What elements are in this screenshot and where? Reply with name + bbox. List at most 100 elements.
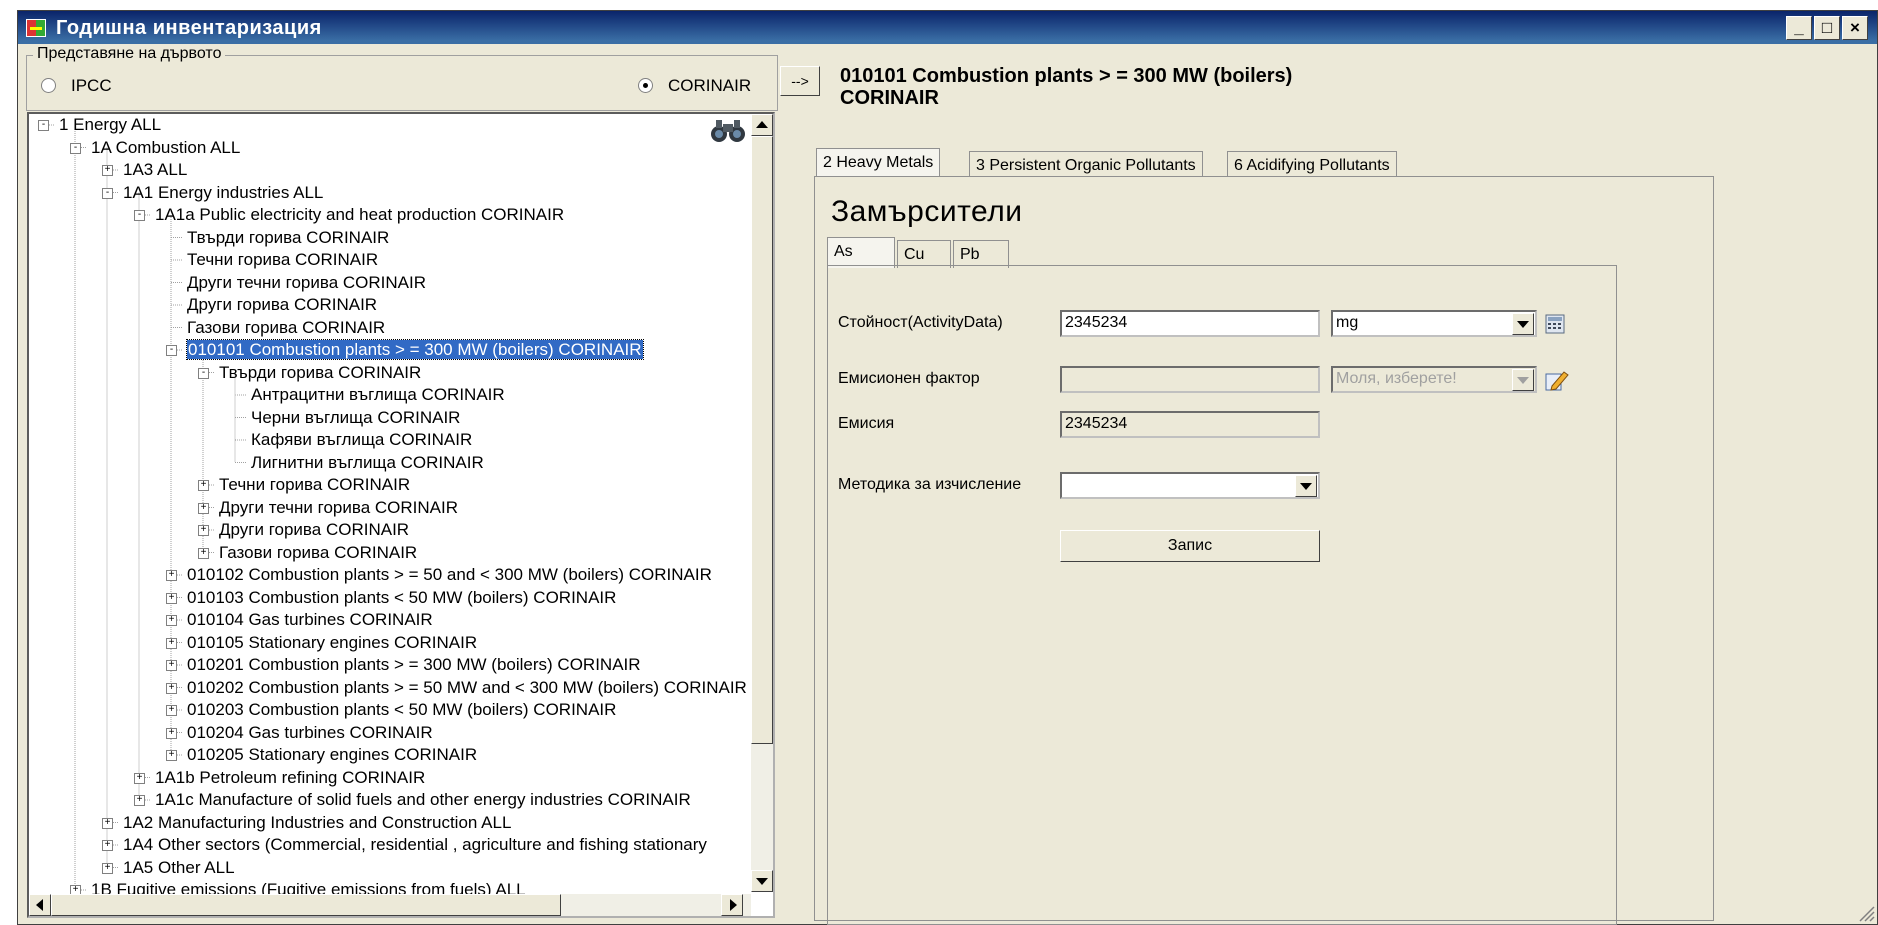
tree-node[interactable]: Лигнитни въглища CORINAIR [251,452,484,474]
edit-icon[interactable] [1544,368,1570,392]
radio-corinair[interactable] [638,78,653,93]
save-button[interactable]: Запис [1060,530,1320,562]
expand-node-icon[interactable]: + [198,480,209,491]
tree-node[interactable]: Течни горива CORINAIR [219,474,410,496]
tree-node[interactable]: 010204 Gas turbines CORINAIR [187,722,433,744]
tree-node[interactable]: Течни горива CORINAIR [187,249,378,271]
vscroll-thumb[interactable] [751,136,773,744]
activity-data-input[interactable]: 2345234 [1060,310,1320,337]
scroll-right-button[interactable] [721,894,743,916]
expand-node-icon[interactable]: + [166,570,177,581]
tree-node[interactable]: Други течни горива CORINAIR [187,272,426,294]
tree-node[interactable]: 010105 Stationary engines CORINAIR [187,632,477,654]
tree-node[interactable]: 010101 Combustion plants > = 300 MW (boi… [186,339,644,361]
tree-node[interactable]: 010102 Combustion plants > = 50 and < 30… [187,564,712,586]
radio-ipcc[interactable] [41,78,56,93]
title-bar[interactable]: Годишна инвентаризация _ □ × [18,11,1877,44]
tree-node[interactable]: Черни въглища CORINAIR [251,407,460,429]
tree-node-label: Кафяви въглища CORINAIR [251,430,473,449]
maximize-button[interactable]: □ [1814,16,1840,40]
tree-node-label: Други течни горива CORINAIR [219,497,459,517]
tree-vscrollbar[interactable] [751,114,773,892]
tree-node-label: 010102 Combustion plants > = 50 and < 30… [187,565,712,584]
expand-node-icon[interactable]: + [134,772,145,784]
scroll-down-button[interactable] [751,870,773,892]
tree-node[interactable]: Газови горива CORINAIR [187,317,385,339]
tree-node[interactable]: 010203 Combustion plants < 50 MW (boiler… [187,699,616,721]
tree-node[interactable]: Други течни горива CORINAIR [219,497,458,519]
subtab-cu[interactable]: Cu [897,240,951,268]
tree-node[interactable]: 1A3 ALL [123,159,187,181]
radio-corinair-label[interactable]: CORINAIR [668,76,751,96]
tree-node[interactable]: 010104 Gas turbines CORINAIR [187,609,433,631]
tree-node[interactable]: Газови горива CORINAIR [219,542,417,564]
calculation-method-dropdown-button[interactable] [1295,475,1317,497]
calculation-method-select[interactable] [1060,472,1320,499]
tree-node[interactable]: Други горива CORINAIR [187,294,377,316]
expand-node-icon[interactable]: + [198,547,209,559]
tree-node[interactable]: 1A5 Other ALL [123,857,235,879]
tab-persistent-organic-pollutants[interactable]: 3 Persistent Organic Pollutants [969,151,1203,179]
expand-node-icon[interactable]: + [166,682,177,694]
tree-node[interactable]: 1A1 Energy industries ALL [123,182,323,204]
scroll-up-button[interactable] [751,114,773,136]
tree-node-label: 1A1c Manufacture of solid fuels and othe… [155,790,691,809]
expand-node-icon[interactable]: + [166,727,177,739]
radio-ipcc-label[interactable]: IPCC [71,76,112,96]
expand-node-icon[interactable]: + [166,637,177,649]
expand-node-icon[interactable]: + [102,862,113,874]
tree-node[interactable]: 1A1c Manufacture of solid fuels and othe… [155,789,691,811]
tree-node[interactable]: Твърди горива CORINAIR [219,362,421,384]
expand-node-icon[interactable]: + [166,705,177,716]
tree-node[interactable]: Други горива CORINAIR [219,519,409,541]
tab-acidifying-pollutants[interactable]: 6 Acidifying Pollutants [1227,151,1397,179]
expand-node-icon[interactable]: + [198,502,209,514]
collapse-node-icon[interactable]: - [198,367,209,379]
expand-node-icon[interactable]: + [102,817,113,829]
collapse-node-icon[interactable]: - [166,345,177,356]
collapse-node-icon[interactable]: - [134,210,145,221]
expand-node-icon[interactable]: + [198,525,209,536]
unit-dropdown-button[interactable] [1512,313,1534,335]
scroll-left-button[interactable] [29,894,51,916]
expand-node-icon[interactable]: + [102,165,113,176]
collapse-node-icon[interactable]: - [102,187,113,199]
tree-node[interactable]: Кафяви въглища CORINAIR [251,429,472,451]
hscroll-thumb[interactable] [51,894,561,916]
app-window: Годишна инвентаризация _ □ × Представяне… [17,10,1878,925]
tree-node[interactable]: Антрацитни въглища CORINAIR [251,384,505,406]
tree-hscrollbar[interactable] [29,894,751,916]
binoculars-icon[interactable] [709,118,747,144]
sector-tree[interactable]: 1 Energy ALL -1A Combustion ALL -1A3 ALL +1… [27,112,775,918]
subtab-pb[interactable]: Pb [953,240,1009,268]
expand-node-icon[interactable]: + [102,840,113,851]
tree-node[interactable]: 1 Energy ALL [59,114,161,136]
expand-node-icon[interactable]: + [134,795,145,806]
close-button[interactable]: × [1842,16,1868,40]
subtab-as[interactable]: As [827,237,895,268]
tree-node[interactable]: 010103 Combustion plants < 50 MW (boiler… [187,587,616,609]
collapse-node-icon[interactable]: - [70,142,81,154]
expand-node-icon[interactable]: + [166,750,177,761]
minimize-button[interactable]: _ [1786,16,1812,40]
tree-node[interactable]: 1A4 Other sectors (Commercial, residenti… [123,834,707,856]
tree-node-label: 1 Energy ALL [59,115,162,134]
tree-node[interactable]: 010205 Stationary engines CORINAIR [187,744,477,766]
expand-node-icon[interactable]: + [166,660,177,671]
tree-node[interactable]: 010201 Combustion plants > = 300 MW (boi… [187,654,641,676]
tree-node[interactable]: 1A Combustion ALL [91,137,240,159]
tree-node[interactable]: 1A1a Public electricity and heat product… [155,204,564,226]
tab-heavy-metals[interactable]: 2 Heavy Metals [816,148,941,179]
tree-node[interactable]: Твърди горива CORINAIR [187,227,389,249]
collapse-node-icon[interactable]: - [38,120,49,131]
expand-arrow-button[interactable]: --> [780,66,820,96]
resize-grip-icon[interactable] [1856,903,1876,923]
calculator-icon[interactable] [1544,313,1566,335]
tree-node[interactable]: 1A2 Manufacturing Industries and Constru… [123,812,511,834]
unit-select[interactable]: mg [1331,310,1537,337]
expand-node-icon[interactable]: + [166,615,177,626]
tree-node[interactable]: 1A1b Petroleum refining CORINAIR [155,767,425,789]
tree-node[interactable]: 010202 Combustion plants > = 50 MW and <… [187,677,747,699]
emission-factor-input[interactable] [1060,366,1320,393]
expand-node-icon[interactable]: + [166,592,177,604]
